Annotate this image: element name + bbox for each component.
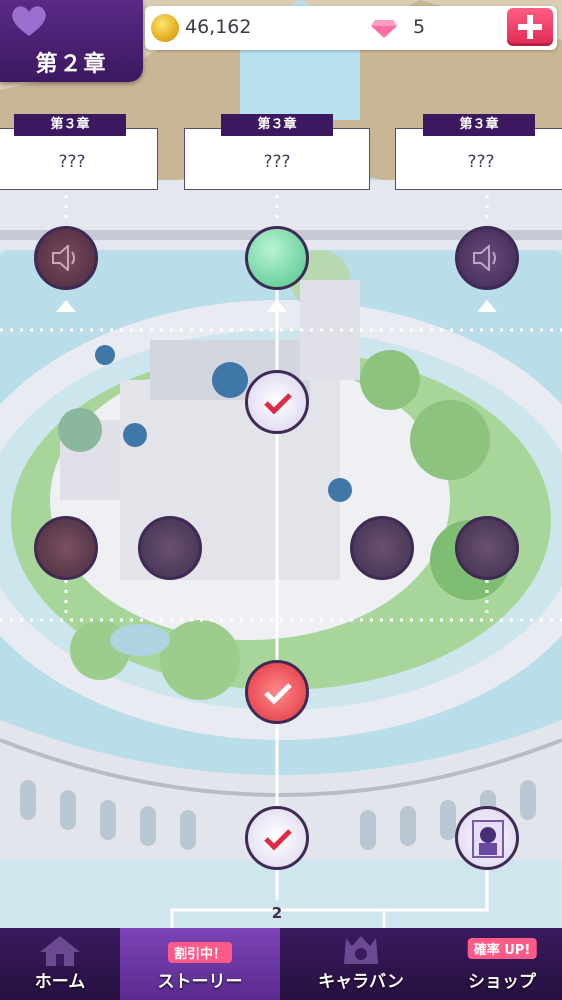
nav-home[interactable]: ホーム <box>0 928 120 1000</box>
home-icon <box>40 936 80 966</box>
cleared-node-special[interactable] <box>245 370 309 434</box>
check-icon <box>264 393 292 415</box>
nav-story-label: ストーリー <box>157 972 243 992</box>
speaker-icon <box>52 245 75 271</box>
map-page-number: 2 <box>271 904 283 922</box>
character-portrait-icon <box>472 820 504 858</box>
card-tab: 第３章 <box>221 114 333 136</box>
card-title: ??? <box>58 152 86 172</box>
chapter-card-left[interactable]: 第３章 ??? <box>0 114 158 192</box>
voice-node-locked[interactable] <box>34 226 98 290</box>
caravan-icon <box>344 936 378 964</box>
sale-badge: 割引中！ <box>167 942 233 963</box>
speaker-icon <box>473 245 496 271</box>
nav-caravan[interactable]: キャラバン <box>280 928 442 1000</box>
cleared-node[interactable] <box>245 806 309 870</box>
current-node-green[interactable] <box>245 226 309 290</box>
chapter-card-center[interactable]: 第３章 ??? <box>184 114 370 192</box>
voice-node-locked[interactable] <box>455 226 519 290</box>
character-node[interactable] <box>455 806 519 870</box>
nav-caravan-label: キャラバン <box>318 972 404 992</box>
heart-icon <box>12 6 46 36</box>
chapter-card-right[interactable]: 第３章 ??? <box>395 114 562 192</box>
nav-shop-label: ショップ <box>468 972 536 992</box>
rate-up-badge: 確率 UP! <box>467 938 537 959</box>
cleared-node-red[interactable] <box>245 660 309 724</box>
locked-node[interactable] <box>350 516 414 580</box>
locked-node[interactable] <box>138 516 202 580</box>
nav-home-label: ホーム <box>34 972 86 992</box>
bottom-nav: ホーム 割引中！ ストーリー キャラバン 確率 UP! ショップ <box>0 928 562 1000</box>
check-icon <box>264 683 292 705</box>
currency-bar: 46,162 5 <box>145 6 557 50</box>
check-icon <box>264 829 292 851</box>
plus-icon <box>518 15 542 39</box>
coin-icon <box>151 14 179 42</box>
chapter-badge[interactable]: 第２章 <box>0 0 143 82</box>
nav-shop[interactable]: 確率 UP! ショップ <box>442 928 562 1000</box>
card-title: ??? <box>263 152 291 172</box>
locked-node[interactable] <box>34 516 98 580</box>
add-currency-button[interactable] <box>507 8 553 46</box>
locked-node[interactable] <box>455 516 519 580</box>
gem-amount: 5 <box>413 16 426 38</box>
nav-story[interactable]: 割引中！ ストーリー <box>120 928 280 1000</box>
gem-icon <box>371 20 397 38</box>
card-tab: 第３章 <box>14 114 126 136</box>
card-title: ??? <box>467 152 495 172</box>
card-tab: 第３章 <box>423 114 535 136</box>
gold-amount: 46,162 <box>185 16 252 38</box>
chapter-title: 第２章 <box>35 52 108 77</box>
